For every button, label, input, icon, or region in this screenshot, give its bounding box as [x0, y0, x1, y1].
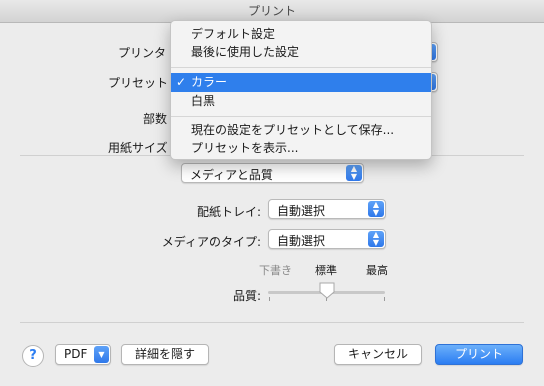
pdf-label: PDF [64, 347, 88, 361]
menu-item-color[interactable]: ✓ カラー [171, 73, 431, 92]
tray-label: 配紙トレイ: [196, 205, 261, 219]
tray-popup[interactable]: 自動選択 ▲ ▼ [268, 199, 386, 219]
slider-tick [269, 297, 270, 301]
menu-item-black-white[interactable]: 白黒 [171, 92, 431, 111]
menu-separator [171, 67, 431, 68]
menu-item-save-preset[interactable]: 現在の設定をプリセットとして保存... [171, 121, 431, 140]
preset-label: プリセット [108, 76, 169, 90]
quality-low-label: 下書き [259, 264, 292, 277]
paper-size-label: 用紙サイズ [108, 141, 168, 155]
preset-dropdown-menu: デフォルト設定 最後に使用した設定 ✓ カラー 白黒 現在の設定をプリセットとし… [170, 20, 432, 160]
media-type-label: メディアのタイプ: [161, 235, 261, 249]
hide-details-button[interactable]: 詳細を隠す [121, 344, 209, 365]
menu-item-show-presets[interactable]: プリセットを表示... [171, 139, 431, 158]
chevron-updown-icon: ▲▼ [346, 165, 362, 181]
printer-label: プリンタ [118, 46, 167, 60]
menu-item-default-settings[interactable]: デフォルト設定 [171, 25, 431, 44]
cancel-button[interactable]: キャンセル [334, 344, 422, 365]
print-button[interactable]: プリント [435, 344, 523, 365]
menu-separator [171, 116, 431, 117]
chevron-down-icon: ▼ [94, 346, 109, 363]
divider [20, 322, 524, 323]
quality-high-label: 最高 [366, 264, 388, 277]
tray-popup-value: 自動選択 [277, 204, 326, 218]
copies-label: 部数 [143, 112, 168, 126]
section-popup[interactable]: メディアと品質 ▲ ▼ [181, 163, 364, 183]
checkmark-icon: ✓ [176, 75, 187, 89]
chevron-updown-icon: ▲▼ [368, 201, 384, 217]
help-button[interactable]: ? [22, 345, 44, 367]
chevron-updown-icon: ▲▼ [368, 231, 384, 247]
slider-tick [384, 297, 385, 301]
media-type-popup[interactable]: 自動選択 ▲ ▼ [268, 229, 386, 249]
section-popup-value: メディアと品質 [190, 168, 273, 182]
media-type-popup-value: 自動選択 [277, 234, 326, 248]
quality-label: 品質: [232, 289, 261, 303]
menu-item-last-used-settings[interactable]: 最後に使用した設定 [171, 43, 431, 62]
quality-normal-label: 標準 [315, 264, 337, 277]
quality-slider-knob[interactable] [318, 281, 336, 299]
pdf-menu-button[interactable]: PDF ▼ [55, 344, 111, 365]
menu-item-color-label: カラー [191, 75, 228, 89]
